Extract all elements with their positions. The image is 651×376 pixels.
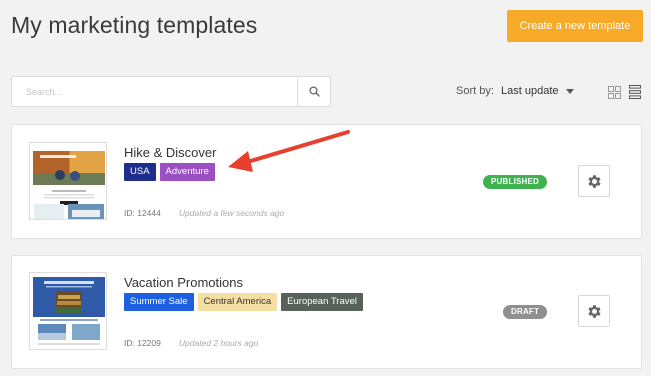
- updated-timestamp: Updated 2 hours ago: [178, 338, 259, 348]
- caret-down-icon: [565, 88, 574, 94]
- grid-view-icon[interactable]: [608, 86, 621, 99]
- search-box: [11, 76, 331, 107]
- tag[interactable]: European Travel: [281, 293, 363, 311]
- search-button[interactable]: [297, 77, 330, 106]
- sort-label: Sort by:: [456, 85, 494, 97]
- search-icon: [308, 86, 320, 97]
- gear-icon: [587, 304, 601, 318]
- template-id: ID: 12444: [124, 208, 161, 218]
- tag[interactable]: Adventure: [159, 163, 215, 181]
- status-badge: PUBLISHED: [483, 175, 548, 189]
- template-id: ID: 12209: [124, 338, 161, 348]
- search-input[interactable]: [12, 77, 297, 106]
- template-card[interactable]: Vacation Promotions Summer Sale Central …: [11, 255, 642, 369]
- tag[interactable]: USA: [124, 163, 156, 181]
- tag[interactable]: Summer Sale: [124, 293, 194, 311]
- tag-list: USA Adventure: [124, 163, 215, 181]
- template-title[interactable]: Vacation Promotions: [124, 275, 243, 290]
- create-template-button[interactable]: Create a new template: [507, 10, 643, 42]
- tag[interactable]: Central America: [197, 293, 278, 311]
- template-thumbnail[interactable]: [29, 272, 107, 350]
- sort-dropdown[interactable]: Last update: [501, 85, 574, 97]
- sort-value: Last update: [501, 85, 559, 97]
- page-title: My marketing templates: [11, 12, 258, 38]
- tag-list: Summer Sale Central America European Tra…: [124, 293, 363, 311]
- list-view-icon[interactable]: [629, 85, 641, 99]
- updated-timestamp: Updated a few seconds ago: [178, 208, 285, 218]
- settings-button[interactable]: [578, 165, 610, 197]
- template-card[interactable]: Hike & Discover USA Adventure ID: 12444 …: [11, 124, 642, 239]
- status-badge: DRAFT: [503, 305, 548, 319]
- settings-button[interactable]: [578, 295, 610, 327]
- gear-icon: [587, 174, 601, 188]
- template-title[interactable]: Hike & Discover: [124, 145, 216, 160]
- template-meta: ID: 12209 Updated 2 hours ago: [124, 338, 258, 348]
- template-meta: ID: 12444 Updated a few seconds ago: [124, 208, 284, 218]
- template-thumbnail[interactable]: [29, 142, 107, 220]
